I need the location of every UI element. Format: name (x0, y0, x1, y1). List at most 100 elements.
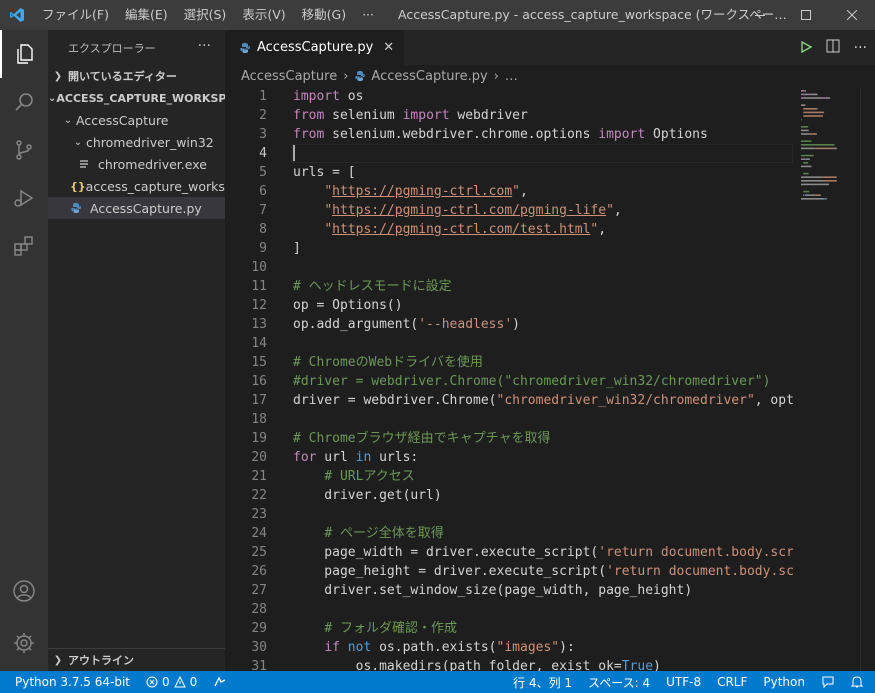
code-text: os.makedirs(path_folder, exist_ok=True) (293, 657, 661, 671)
code-line[interactable]: 18 (225, 410, 793, 429)
menu-go[interactable]: 移動(G) (294, 0, 354, 30)
minimap-line (812, 93, 818, 96)
source-control-icon[interactable] (0, 126, 48, 174)
minimize-button[interactable] (737, 0, 783, 30)
code-line[interactable]: 26 page_height = driver.execute_script('… (225, 562, 793, 581)
breadcrumb-symbol[interactable]: … (505, 69, 518, 84)
account-icon[interactable] (0, 567, 48, 615)
more-actions-icon[interactable]: ··· (198, 38, 211, 54)
language-mode[interactable]: Python (755, 675, 813, 689)
code-token: # URLアクセス (324, 469, 415, 484)
code-token: driver = webdriver.Chrome( (293, 393, 497, 408)
menu-more[interactable]: ··· (354, 0, 382, 30)
split-editor-icon[interactable] (826, 38, 840, 57)
tree-file-chromedriver-exe[interactable]: chromedriver.exe (48, 153, 225, 175)
code-line[interactable]: 29 # フォルダ確認・作成 (225, 619, 793, 638)
menu-file[interactable]: ファイル(F) (34, 0, 117, 30)
notifications-bell-icon[interactable] (843, 675, 875, 689)
feedback-icon[interactable] (813, 675, 843, 689)
code-line[interactable]: 16 #driver = webdriver.Chrome("chromedriv… (225, 372, 793, 391)
code-text: urls = [ (293, 163, 356, 182)
code-line[interactable]: 15 # ChromeのWebドライバを使用 (225, 353, 793, 372)
python-interpreter[interactable]: Python 3.7.5 64-bit (0, 675, 138, 689)
code-token: op.add_argument( (293, 317, 419, 332)
code-line[interactable]: 12 op = Options() (225, 296, 793, 315)
minimap-line (815, 194, 820, 196)
minimap-line (819, 194, 821, 196)
menu-view[interactable]: 表示(V) (234, 0, 293, 30)
minimap-line (823, 111, 825, 114)
code-line[interactable]: 1 import os (225, 87, 793, 106)
code-line[interactable]: 25 page_width = driver.execute_script('r… (225, 543, 793, 562)
code-line[interactable]: 10 (225, 258, 793, 277)
minimap[interactable] (799, 87, 861, 671)
code-line[interactable]: 9] (225, 239, 793, 258)
minimap-line (801, 129, 809, 132)
breadcrumb-file[interactable]: AccessCapture.py (371, 69, 487, 84)
code-line[interactable]: 5 urls = [ (225, 163, 793, 182)
outline-section[interactable]: ❯ アウトライン (48, 648, 225, 671)
file-icon (78, 158, 98, 170)
code-editor[interactable]: 1 import os 2 from selenium import webdrive… (225, 87, 793, 671)
close-tab-icon[interactable]: ✕ (383, 40, 394, 55)
code-line[interactable]: 28 (225, 600, 793, 619)
minimap-line (801, 97, 804, 99)
run-python-icon[interactable] (800, 38, 813, 57)
problems-indicator[interactable]: 0 0 (138, 675, 205, 689)
line-number: 11 (251, 279, 267, 294)
code-line[interactable]: 24 # ページ全体を取得 (225, 524, 793, 543)
minimap-line (801, 147, 816, 150)
code-line[interactable]: 31 os.makedirs(path_folder, exist_ok=Tru… (225, 657, 793, 671)
minimap-line (801, 104, 806, 106)
close-window-button[interactable] (829, 0, 875, 30)
code-line[interactable]: 11 # ヘッドレスモードに設定 (225, 277, 793, 296)
line-ending[interactable]: CRLF (709, 675, 755, 689)
indentation[interactable]: スペース: 4 (580, 674, 658, 691)
minimap-line (803, 115, 822, 117)
maximize-button[interactable] (783, 0, 829, 30)
run-debug-icon[interactable] (0, 174, 48, 222)
tree-folder-accesscapture[interactable]: ⌄ AccessCapture (48, 109, 225, 131)
code-token: https://pgming-ctrl.com/test.html (332, 222, 591, 237)
cursor-position[interactable]: 行 4、列 1 (505, 674, 580, 691)
vertical-scrollbar[interactable] (860, 87, 875, 671)
code-line[interactable]: 14 (225, 334, 793, 353)
minimap-line (801, 144, 835, 146)
code-line[interactable]: 17 driver = webdriver.Chrome("chromedrive… (225, 391, 793, 410)
code-text: # ページ全体を取得 (293, 524, 443, 543)
code-line[interactable]: 7 "https://pgming-ctrl.com/pgming-life", (225, 201, 793, 220)
encoding[interactable]: UTF-8 (658, 675, 709, 689)
tree-folder-chromedriver[interactable]: ⌄ chromedriver_win32 (48, 131, 225, 153)
code-line[interactable]: 13 op.add_argument('--headless') (225, 315, 793, 334)
settings-gear-icon[interactable] (0, 619, 48, 667)
breadcrumb-folder[interactable]: AccessCapture (241, 69, 337, 84)
more-actions-icon[interactable]: ··· (854, 40, 867, 56)
menu-selection[interactable]: 選択(S) (176, 0, 235, 30)
tab-accesscapture-py[interactable]: AccessCapture.py ✕ (225, 30, 405, 65)
live-share-icon[interactable] (205, 676, 235, 688)
code-token: page_width = driver.execute_script( (293, 545, 599, 560)
search-icon[interactable] (0, 78, 48, 126)
workspace-section[interactable]: ⌄ ACCESS_CAPTURE_WORKSP... (48, 87, 225, 109)
explorer-icon[interactable] (0, 30, 48, 78)
extensions-icon[interactable] (0, 222, 48, 270)
code-token: ) (512, 317, 520, 332)
code-line[interactable]: 23 (225, 505, 793, 524)
code-line[interactable]: 22 driver.get(url) (225, 486, 793, 505)
open-editors-section[interactable]: ❯ 開いているエディター (48, 65, 225, 87)
code-line[interactable]: 2 from selenium import webdriver (225, 106, 793, 125)
code-line[interactable]: 27 driver.set_window_size(page_width, pa… (225, 581, 793, 600)
menu-edit[interactable]: 編集(E) (117, 0, 176, 30)
tree-file-workspace-json[interactable]: {} access_capture_works... (48, 175, 225, 197)
code-line[interactable]: 4 (225, 144, 793, 163)
code-line[interactable]: 30 if not os.path.exists("images"): (225, 638, 793, 657)
code-line[interactable]: 21 # URLアクセス (225, 467, 793, 486)
code-line[interactable]: 19 # Chromeブラウザ経由でキャプチャを取得 (225, 429, 793, 448)
code-line[interactable]: 3 from selenium.webdriver.chrome.options … (225, 125, 793, 144)
tree-file-accesscapture-py[interactable]: AccessCapture.py (48, 197, 225, 219)
code-token: "chromedriver_win32/chromedriver" (496, 393, 755, 408)
code-line[interactable]: 20 for url in urls: (225, 448, 793, 467)
code-line[interactable]: 8 "https://pgming-ctrl.com/test.html", (225, 220, 793, 239)
code-line[interactable]: 6 "https://pgming-ctrl.com", (225, 182, 793, 201)
